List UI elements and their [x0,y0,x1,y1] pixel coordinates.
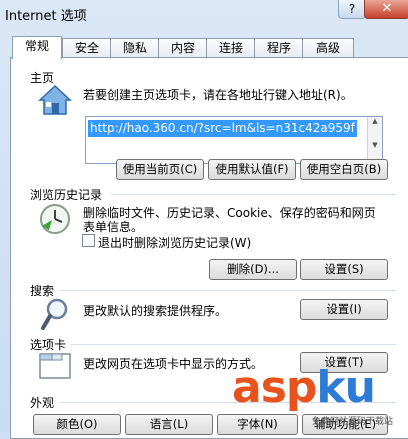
tab-window-icon [39,353,71,379]
history-clock-icon [40,204,70,234]
title-bar: Internet 选项 ? ✕ [0,0,408,26]
delete-history-button[interactable]: 删除(D)... [209,259,297,280]
history-description-line2: 表单信息。 [83,220,144,234]
delete-on-exit-label: 退出时删除浏览历史记录(W) [98,236,252,250]
internet-options-dialog: Internet 选项 ? ✕ 常规 安全 隐私 内容 连接 程序 高级 主页 … [0,0,408,439]
history-heading: 浏览历史记录 [30,188,103,202]
use-blank-button[interactable]: 使用空白页(B) [300,159,388,180]
tab-connections[interactable]: 连接 [206,38,256,58]
use-current-button[interactable]: 使用当前页(C) [116,159,204,180]
tab-security[interactable]: 安全 [62,38,112,58]
search-divider [59,290,396,291]
search-settings-button[interactable]: 设置(I) [300,299,388,320]
window-title: Internet 选项 [5,9,87,24]
home-page-url-field[interactable]: http://hao.360.cn/?src=lm&ls=n31c42a959f… [85,116,383,164]
tab-content[interactable]: 内容 [158,38,208,58]
help-button[interactable]: ? [338,0,366,19]
appearance-heading: 外观 [30,396,55,410]
close-button[interactable]: ✕ [364,0,408,19]
watermark-logo: aspku [232,362,376,413]
history-settings-button[interactable]: 设置(S) [300,259,388,280]
tabs-divider [71,344,396,345]
history-divider [111,194,396,195]
use-default-button[interactable]: 使用默认值(F) [208,159,296,180]
delete-on-exit-checkbox[interactable] [82,234,95,247]
watermark-tagline: 免费网站源码下载站 [312,417,394,427]
tab-advanced[interactable]: 高级 [302,38,354,58]
home-description: 若要创建主页选项卡，请在各地址行键入地址(R)。 [83,88,353,102]
search-description: 更改默认的搜索提供程序。 [83,304,228,318]
url-scrollbar[interactable]: ▲ ▼ [367,117,382,163]
home-page-url-text: http://hao.360.cn/?src=lm&ls=n31c42a959f [88,120,357,137]
magnifier-icon [41,298,68,330]
tab-programs[interactable]: 程序 [254,38,304,58]
tab-general[interactable]: 常规 [12,36,62,59]
home-icon [38,84,72,115]
tab-privacy[interactable]: 隐私 [110,38,160,58]
